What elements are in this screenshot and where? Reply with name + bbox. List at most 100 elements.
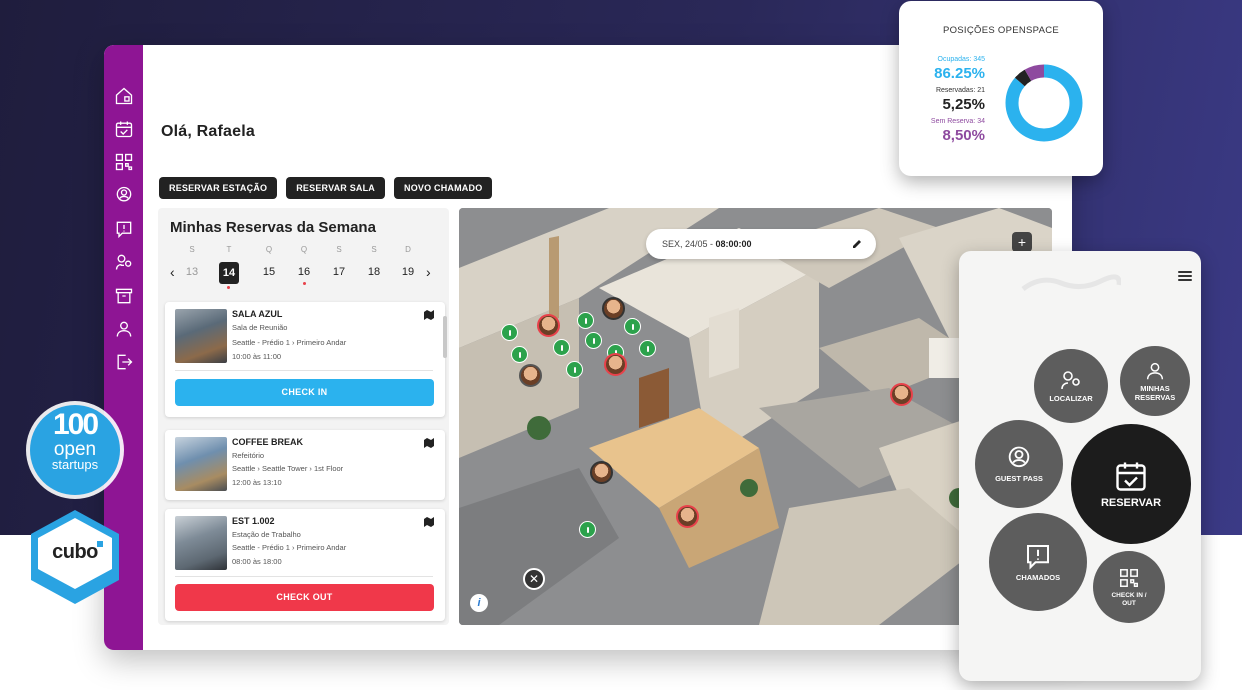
occupied-seat-avatar[interactable] bbox=[676, 505, 699, 528]
cubo-startup-badge: cubo STARTUP bbox=[26, 507, 124, 607]
occupied-seat-avatar[interactable] bbox=[602, 297, 625, 320]
occupied-seat-avatar[interactable] bbox=[537, 314, 560, 337]
available-seat-pin[interactable] bbox=[511, 346, 528, 363]
weekday-letter: S bbox=[189, 245, 195, 254]
scrollbar[interactable] bbox=[443, 316, 447, 358]
divider bbox=[175, 576, 433, 577]
day-17[interactable]: 17 bbox=[329, 266, 349, 278]
check-in-button[interactable]: CHECK IN bbox=[175, 379, 434, 406]
info-button[interactable]: i bbox=[470, 594, 488, 612]
guest-pass-label: GUEST PASS bbox=[995, 474, 1043, 484]
locate-button[interactable]: LOCALIZAR bbox=[1034, 349, 1108, 423]
check-in-out-label-1: CHECK IN / bbox=[1111, 592, 1147, 600]
reserve-station-button[interactable]: RESERVAR ESTAÇÃO bbox=[159, 177, 278, 199]
weekly-reservations-panel: Minhas Reservas da Semana S T Q Q S S D … bbox=[158, 208, 449, 625]
occupied-seat-avatar[interactable] bbox=[604, 353, 627, 376]
action-bar: RESERVAR ESTAÇÃO RESERVAR SALA NOVO CHAM… bbox=[159, 177, 493, 199]
available-seat-pin[interactable] bbox=[585, 332, 602, 349]
user-icon[interactable] bbox=[113, 318, 134, 339]
reservation-type: Sala de Reunião bbox=[232, 323, 288, 332]
reservation-type: Refeitório bbox=[232, 451, 265, 460]
available-seat-pin[interactable] bbox=[577, 312, 594, 329]
occupied-seat-avatar[interactable] bbox=[890, 383, 913, 406]
ticket-alert-icon[interactable] bbox=[113, 218, 134, 239]
week-selector: S T Q Q S S D ‹ 13 14 15 16 17 18 19 › bbox=[168, 242, 440, 292]
room-photo bbox=[175, 309, 227, 363]
reservation-name: COFFEE BREAK bbox=[232, 437, 304, 447]
free-value: 8,50% bbox=[942, 127, 985, 144]
zoom-in-button[interactable]: + bbox=[1012, 232, 1032, 252]
app-logo bbox=[1021, 274, 1121, 292]
tickets-button[interactable]: CHAMADOS bbox=[989, 513, 1087, 611]
check-in-out-button[interactable]: CHECK IN / OUT bbox=[1093, 551, 1165, 623]
map-icon[interactable] bbox=[424, 438, 434, 448]
qr-code-icon[interactable] bbox=[113, 151, 134, 172]
available-seat-pin[interactable] bbox=[553, 339, 570, 356]
close-map-button[interactable]: ✕ bbox=[523, 568, 545, 590]
available-seat-pin[interactable] bbox=[579, 521, 596, 538]
reservation-name: EST 1.002 bbox=[232, 516, 275, 526]
day-16[interactable]: 16 bbox=[294, 266, 314, 278]
occupied-seat-avatar[interactable] bbox=[590, 461, 613, 484]
my-reservations-label-2: RESERVAS bbox=[1134, 392, 1176, 402]
home-icon[interactable] bbox=[113, 85, 134, 106]
reserve-button[interactable]: RESERVAR bbox=[1071, 424, 1191, 544]
calendar-icon[interactable] bbox=[113, 118, 134, 139]
archive-icon[interactable] bbox=[113, 285, 134, 306]
day-15[interactable]: 15 bbox=[259, 266, 279, 278]
reservation-card[interactable]: EST 1.002 Estação de Trabalho Seattle - … bbox=[165, 509, 445, 621]
mobile-app-panel: LOCALIZAR MINHAS RESERVAS GUEST PASS RES… bbox=[959, 251, 1201, 681]
locate-people-icon[interactable] bbox=[113, 251, 134, 272]
prev-week-arrow[interactable]: ‹ bbox=[170, 264, 175, 280]
map-icon[interactable] bbox=[424, 517, 434, 527]
weekday-letter: Q bbox=[265, 245, 273, 254]
station-photo bbox=[175, 516, 227, 570]
reserved-value: 5,25% bbox=[942, 96, 985, 113]
date-time-pill[interactable]: SEX, 24/05 - 08:00:00 bbox=[646, 229, 876, 259]
day-19[interactable]: 19 bbox=[398, 266, 418, 278]
reservation-card[interactable]: COFFEE BREAK Refeitório Seattle › Seattl… bbox=[165, 430, 445, 500]
room-photo bbox=[175, 437, 227, 491]
guest-pass-icon bbox=[1008, 446, 1030, 468]
guest-pass-button[interactable]: GUEST PASS bbox=[975, 420, 1063, 508]
date-label: SEX, 24/05 - bbox=[662, 239, 716, 249]
reservation-type: Estação de Trabalho bbox=[232, 530, 301, 539]
greeting: Olá, Rafaela bbox=[161, 123, 256, 140]
reservation-location: Seattle › Seattle Tower › 1st Floor bbox=[232, 464, 344, 473]
day-13[interactable]: 13 bbox=[182, 266, 202, 278]
reserved-label: Reservadas: 21 bbox=[935, 87, 985, 94]
day-18[interactable]: 18 bbox=[364, 266, 384, 278]
check-in-out-label-2: OUT bbox=[1122, 599, 1136, 607]
user-icon bbox=[1146, 362, 1164, 380]
weekday-letter: S bbox=[371, 245, 377, 254]
available-seat-pin[interactable] bbox=[639, 340, 656, 357]
weekday-letter: S bbox=[336, 245, 342, 254]
hamburger-menu-icon[interactable] bbox=[1178, 271, 1192, 283]
divider bbox=[175, 370, 433, 371]
panel-title: Minhas Reservas da Semana bbox=[170, 219, 376, 236]
reserve-room-button[interactable]: RESERVAR SALA bbox=[286, 177, 385, 199]
weekday-letter: Q bbox=[300, 245, 308, 254]
edit-pencil-icon[interactable] bbox=[852, 239, 862, 249]
occupied-label: Ocupadas: 345 bbox=[937, 56, 985, 63]
logout-icon[interactable] bbox=[113, 351, 134, 372]
weekday-letter: D bbox=[405, 245, 411, 254]
reservation-time: 08:00 às 18:00 bbox=[232, 557, 282, 566]
new-ticket-button[interactable]: NOVO CHAMADO bbox=[394, 177, 493, 199]
map-icon[interactable] bbox=[424, 310, 434, 320]
my-reservations-button[interactable]: MINHAS RESERVAS bbox=[1120, 346, 1190, 416]
available-seat-pin[interactable] bbox=[501, 324, 518, 341]
guest-pass-icon[interactable] bbox=[113, 184, 134, 205]
100-open-startups-badge: 100 open startups bbox=[30, 405, 120, 495]
day-14-selected[interactable]: 14 bbox=[219, 262, 239, 284]
badge-word-startups: startups bbox=[51, 457, 99, 472]
available-seat-pin[interactable] bbox=[566, 361, 583, 378]
occupied-value: 86.25% bbox=[934, 65, 985, 82]
reservation-location: Seattle - Prédio 1 › Primeiro Andar bbox=[232, 338, 347, 347]
occupied-seat-avatar[interactable] bbox=[519, 364, 542, 387]
reservation-card[interactable]: SALA AZUL Sala de Reunião Seattle - Préd… bbox=[165, 302, 445, 417]
next-week-arrow[interactable]: › bbox=[426, 264, 431, 280]
check-out-button[interactable]: CHECK OUT bbox=[175, 584, 434, 611]
cubo-wordmark: cubo bbox=[52, 541, 98, 563]
available-seat-pin[interactable] bbox=[624, 318, 641, 335]
